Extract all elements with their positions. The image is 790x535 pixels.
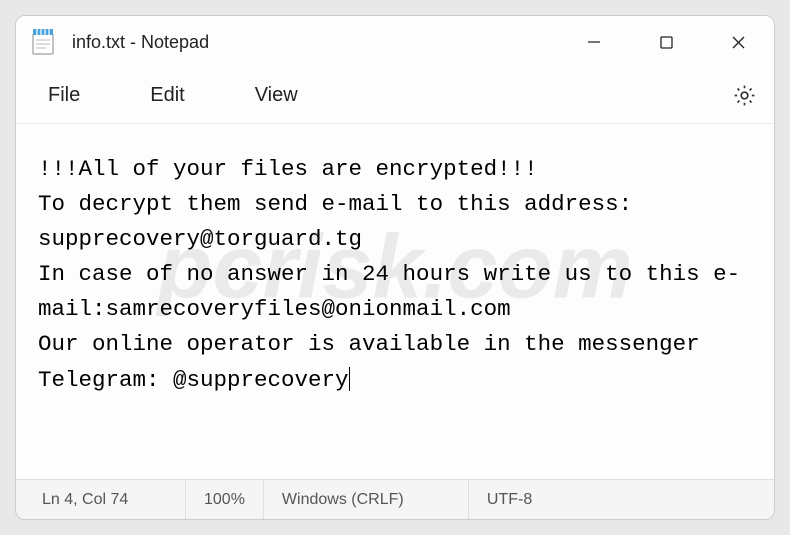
close-button[interactable] bbox=[702, 16, 774, 68]
document-text: !!!All of your files are encrypted!!! To… bbox=[38, 156, 740, 393]
text-editor-content[interactable]: !!!All of your files are encrypted!!! To… bbox=[16, 124, 774, 479]
minimize-button[interactable] bbox=[558, 16, 630, 68]
notepad-icon bbox=[30, 29, 56, 55]
menu-edit[interactable]: Edit bbox=[138, 76, 196, 115]
menu-view[interactable]: View bbox=[243, 76, 310, 115]
menu-file[interactable]: File bbox=[36, 76, 92, 115]
status-zoom[interactable]: 100% bbox=[186, 480, 264, 519]
notepad-window: info.txt - Notepad File Edit View !!!All… bbox=[15, 15, 775, 520]
status-position: Ln 4, Col 74 bbox=[16, 480, 186, 519]
titlebar[interactable]: info.txt - Notepad bbox=[16, 16, 774, 68]
menubar: File Edit View bbox=[16, 68, 774, 124]
status-line-ending: Windows (CRLF) bbox=[264, 480, 469, 519]
settings-button[interactable] bbox=[724, 76, 764, 116]
window-title: info.txt - Notepad bbox=[72, 32, 209, 53]
maximize-button[interactable] bbox=[630, 16, 702, 68]
window-controls bbox=[558, 16, 774, 68]
status-encoding: UTF-8 bbox=[469, 480, 550, 519]
statusbar: Ln 4, Col 74 100% Windows (CRLF) UTF-8 bbox=[16, 479, 774, 519]
text-caret bbox=[349, 367, 350, 391]
